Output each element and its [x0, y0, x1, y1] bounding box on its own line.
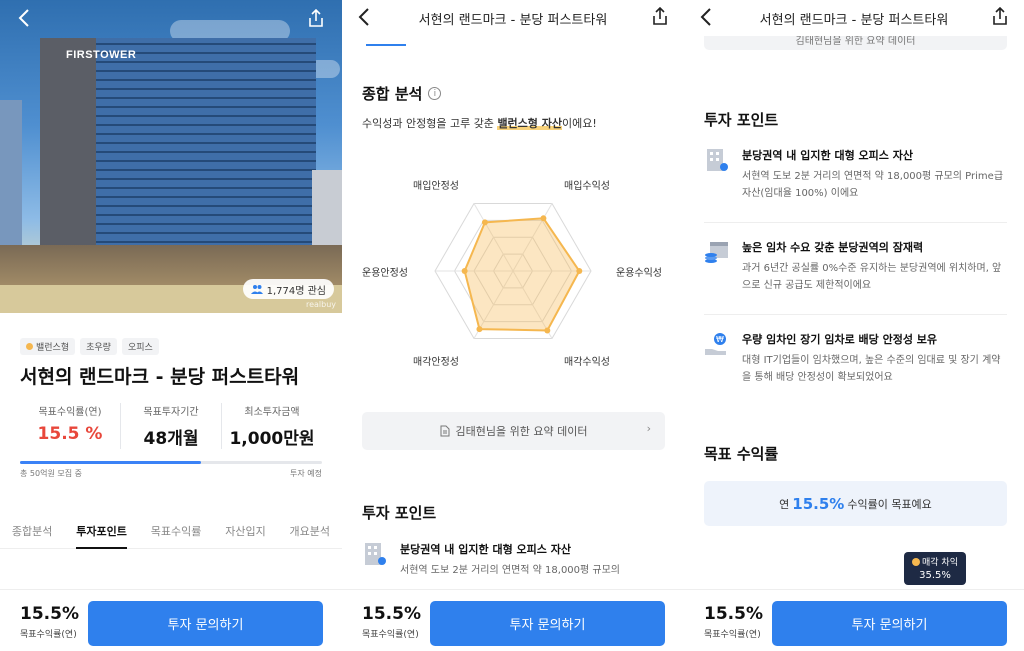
stat-period: 목표투자기간 48개월 [121, 403, 222, 449]
back-icon [358, 8, 369, 26]
interest-badge: 1,774명 관심 [242, 279, 334, 299]
tab-invest-points[interactable]: 투자포인트 [76, 515, 127, 549]
back-button[interactable] [358, 7, 370, 31]
radar-label-right: 운용수익성 [616, 268, 662, 279]
app-screens: FIRSTOWER 1,774명 관심 realbuy 밸런스형 초우량 오피스… [0, 0, 1024, 651]
section-tabs: 종합분석 투자포인트 목표수익률 자산입지 개요분석 [0, 515, 342, 549]
people-icon [250, 285, 263, 294]
bottom-yield-value: 15.5% [20, 604, 79, 624]
stat-target-yield: 목표수익률(연) 15.5 % [20, 403, 121, 449]
office-building-icon [365, 543, 386, 565]
yield-value: 15.5% [792, 494, 845, 513]
radar-label-bottom-right: 매각수익성 [564, 357, 610, 368]
bottom-bar: 15.5% 목표수익률(연) 투자 문의하기 [684, 589, 1024, 651]
nav-header: 서현의 랜드마크 - 분당 퍼스트타워 [684, 0, 1024, 36]
radar-point [540, 215, 547, 222]
progress-fill [20, 461, 202, 464]
back-icon [700, 8, 711, 26]
section-desc: 수익성과 안정형을 고루 갖춘 밸런스형 자산이에요! [362, 117, 597, 130]
progress-right-label: 투자 예정 [290, 469, 322, 478]
tag: 초우량 [80, 338, 117, 355]
section-title: 종합 분석 i [362, 83, 442, 104]
share-button[interactable] [652, 6, 668, 29]
radar-point [476, 326, 483, 333]
watermark: realbuy [305, 300, 336, 309]
key-stats: 목표수익률(연) 15.5 % 목표투자기간 48개월 최소투자금액 1,000… [20, 403, 322, 449]
bottom-yield-value: 15.5% [362, 604, 421, 624]
tab-target-yield[interactable]: 목표수익률 [151, 515, 202, 548]
tag-list: 밸런스형 초우량 오피스 [20, 338, 159, 355]
radar-point [461, 268, 468, 274]
points-title: 투자 포인트 [704, 111, 779, 129]
radar-label-left: 운용안정성 [362, 268, 408, 279]
share-button[interactable] [304, 6, 328, 30]
yield-title: 목표 수익률 [704, 445, 779, 463]
nav-title: 서현의 랜드마크 - 분당 퍼스트타워 [418, 12, 608, 28]
points-title: 투자 포인트 [362, 504, 437, 522]
svg-text:₩: ₩ [716, 335, 724, 344]
balance-dot-icon [26, 343, 33, 350]
radar-label-top-left: 매입안정성 [413, 181, 459, 192]
building-sign: FIRSTOWER [66, 49, 137, 61]
share-icon [653, 6, 667, 25]
building-photo: FIRSTOWER 1,774명 관심 realbuy [0, 0, 342, 313]
share-button[interactable] [992, 6, 1008, 29]
sale-gain-tooltip: 매각 차익 35.5% [904, 552, 966, 585]
inquiry-button[interactable]: 투자 문의하기 [772, 601, 1007, 646]
share-icon [993, 6, 1007, 25]
funding-progress [20, 461, 322, 464]
bottom-yield-label: 목표수익률(연) [704, 630, 761, 640]
hand-coin-icon: ₩ [705, 333, 726, 355]
yield-box: 연 15.5% 수익률이 목표예요 [704, 481, 1007, 526]
radar-svg [434, 202, 592, 340]
bottom-yield-label: 목표수익률(연) [20, 630, 77, 640]
tab-overview[interactable]: 개요분석 [290, 515, 330, 548]
coin-icon [912, 558, 920, 566]
inquiry-button[interactable]: 투자 문의하기 [430, 601, 665, 646]
progress-left-label: 총 50억원 모집 중 [20, 469, 82, 478]
active-tab-indicator [366, 44, 406, 46]
tooltip-label: 매각 차익 [904, 555, 966, 568]
inquiry-button[interactable]: 투자 문의하기 [88, 601, 323, 646]
stat-min-invest: 최소투자금액 1,000만원 [229, 407, 315, 449]
radar-label-top-right: 매입수익성 [564, 181, 610, 192]
analysis-screen: 서현의 랜드마크 - 분당 퍼스트타워 종합 분석 i 수익성과 안정형을 고루… [342, 0, 684, 651]
tab-summary[interactable]: 종합분석 [12, 515, 52, 548]
share-icon [309, 9, 323, 27]
detail-screen: FIRSTOWER 1,774명 관심 realbuy 밸런스형 초우량 오피스… [0, 0, 342, 651]
tab-location[interactable]: 자산입지 [225, 515, 265, 548]
office-building-icon [707, 149, 728, 171]
bottom-bar: 15.5% 목표수익률(연) 투자 문의하기 [0, 589, 342, 651]
back-button[interactable] [700, 7, 712, 31]
radar-chart: 매입안정성 매입수익성 운용수익성 매각수익성 매각안정성 운용안정성 [342, 160, 684, 404]
chevron-right-icon: › [646, 422, 651, 435]
info-icon[interactable]: i [428, 87, 442, 100]
summary-data-button[interactable]: 김태현님을 위한 요약 데이터 › [362, 412, 665, 450]
nav-title: 서현의 랜드마크 - 분당 퍼스트타워 [759, 12, 949, 28]
tag: 밸런스형 [20, 338, 76, 355]
product-title: 서현의 랜드마크 - 분당 퍼스트타워 [20, 366, 300, 388]
bottom-bar: 15.5% 목표수익률(연) 투자 문의하기 [342, 589, 684, 651]
tooltip-value: 35.5% [919, 570, 951, 581]
radar-point [481, 219, 488, 226]
bottom-yield-label: 목표수익률(연) [362, 630, 419, 640]
radar-point [576, 268, 583, 274]
bottom-yield-value: 15.5% [704, 604, 763, 624]
document-icon [440, 425, 450, 437]
tag: 오피스 [121, 338, 159, 355]
calendar-coins-icon [705, 242, 728, 263]
radar-label-bottom-left: 매각안정성 [413, 357, 459, 368]
back-icon [18, 9, 29, 27]
interest-count: 1,774명 관심 [266, 285, 326, 297]
points-screen: 김태현님을 위한 요약 데이터 서현의 랜드마크 - 분당 퍼스트타워 투자 포… [684, 0, 1024, 651]
back-button[interactable] [12, 6, 36, 30]
radar-point [544, 327, 551, 334]
nav-header: 서현의 랜드마크 - 분당 퍼스트타워 [342, 0, 684, 36]
